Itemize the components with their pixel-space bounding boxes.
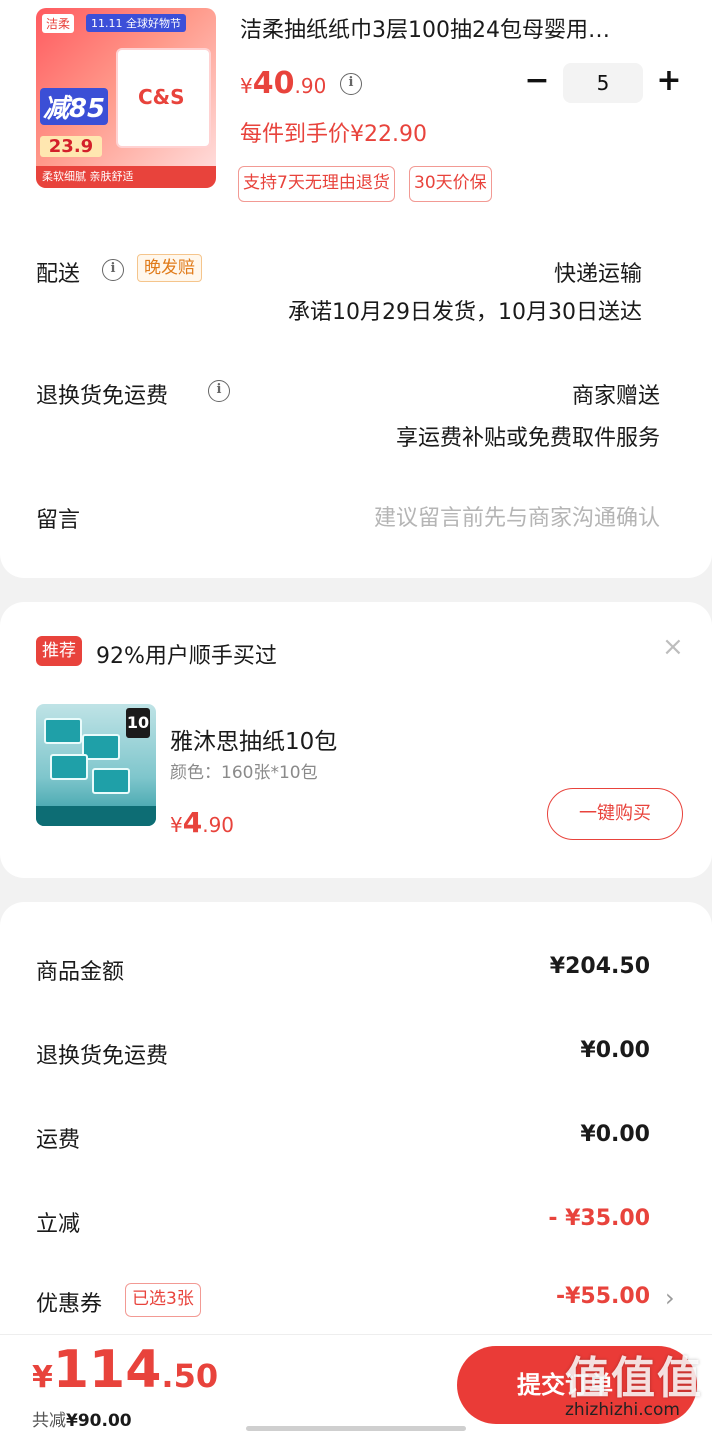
product-image[interactable]: 洁柔 11.11 全球好物节 减85 23.9 柔软细腻 亲肤舒适 [36,8,216,188]
price-protect-badge[interactable]: 30天价保 [409,166,492,202]
return-shipping-value: 商家赠送 [571,384,660,409]
return-policy-badge[interactable]: 支持7天无理由退货 [238,166,395,202]
unit-final-price: 每件到手价¥22.90 [240,122,427,147]
delivery-info-icon[interactable]: i [102,259,124,281]
product-title[interactable]: 洁柔抽纸纸巾3层100抽24包母婴用… [240,12,680,44]
tissue-box-graphic [92,768,130,794]
close-icon[interactable]: × [662,632,684,662]
promo-text: 减85 [40,88,108,125]
price-integer: 40 [252,66,295,101]
total-decimal: .50 [161,1357,219,1395]
watermark-url: zhizhizhi.com [565,1400,680,1420]
coupon-label[interactable]: 优惠券 [36,1286,102,1318]
return-shipping-info-icon[interactable]: i [208,380,230,402]
image-bottom-strip: 柔软细腻 亲肤舒适 [36,166,216,188]
price-integer: 4 [182,806,203,839]
coupon-value[interactable]: -¥55.00 [556,1284,650,1309]
shipping-fee-label: 运费 [36,1128,81,1153]
price-currency: ¥ [240,74,253,98]
delivery-label: 配送 [36,262,81,287]
chevron-right-icon[interactable]: › [665,1284,675,1312]
saved-value: ¥90.00 [66,1411,132,1431]
product-price: ¥40.90 [240,66,326,101]
quantity-increase-button[interactable]: + [652,62,686,102]
one-click-buy-button[interactable]: 一键购买 [547,788,683,840]
goods-amount-label: 商品金额 [36,960,125,985]
recommend-product-name[interactable]: 雅沐思抽纸10包 [170,722,337,756]
pack-count-label: 10 [126,708,150,738]
price-decimal: .90 [202,813,235,837]
promo-price: 23.9 [40,136,102,157]
message-input[interactable]: 建议留言前先与商家沟通确认 [374,500,660,532]
tissue-box-graphic [44,718,82,744]
delivery-method[interactable]: 快递运输 [554,256,642,288]
return-fee-label: 退换货免运费 [36,1044,169,1069]
event-tag: 11.11 全球好物节 [86,14,186,32]
order-item-card: 洁柔 11.11 全球好物节 减85 23.9 柔软细腻 亲肤舒适 洁柔抽纸纸巾… [0,0,712,578]
instant-discount-value: - ¥35.00 [548,1206,650,1231]
saved-prefix: 共减 [32,1411,66,1431]
return-shipping-label: 退换货免运费 [36,384,169,409]
home-indicator[interactable] [246,1426,466,1431]
price-info-icon[interactable]: i [340,73,362,95]
coupon-selected-badge[interactable]: 已选3张 [125,1283,201,1317]
total-saved: 共减¥90.00 [32,1406,132,1431]
recommend-product-price: ¥4.90 [170,806,234,839]
recommend-badge: 推荐 [36,636,82,666]
total-integer: 114 [52,1340,162,1400]
goods-amount-value: ¥204.50 [549,954,650,979]
recommend-product-spec: 颜色：160张*10包 [170,763,318,783]
order-total: ¥114.50 [32,1340,218,1400]
price-currency: ¥ [170,813,183,837]
price-decimal: .90 [294,74,327,98]
image-strip [36,806,156,826]
tissue-pack-graphic [116,48,211,148]
return-fee-value: ¥0.00 [580,1038,650,1063]
brand-tag: 洁柔 [42,14,75,33]
message-label: 留言 [36,508,81,533]
shipping-fee-value: ¥0.00 [580,1122,650,1147]
quantity-input[interactable]: 5 [563,63,643,103]
quantity-decrease-button[interactable]: − [520,62,554,102]
delivery-promise: 承诺10月29日发货，10月30日送达 [288,300,642,325]
recommend-text: 92%用户顺手买过 [96,644,277,669]
instant-discount-label: 立减 [36,1212,81,1237]
tissue-box-graphic [50,754,88,780]
total-currency: ¥ [32,1360,53,1395]
late-compensation-badge[interactable]: 晚发赔 [137,254,202,282]
recommend-product-image[interactable]: 10 [36,704,156,826]
return-shipping-detail: 享运费补贴或免费取件服务 [395,426,660,451]
watermark-logo: 值值值 [565,1353,703,1404]
